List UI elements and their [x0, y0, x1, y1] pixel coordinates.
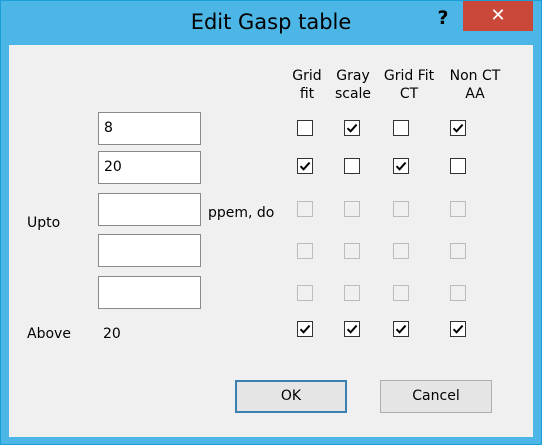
- checkbox-grid-fit-ct-row-3: [393, 201, 409, 217]
- checkbox-gray-scale-row-1[interactable]: [344, 120, 360, 136]
- close-icon: ✕: [490, 5, 506, 26]
- checkbox-grid-fit-ct-row-6[interactable]: [393, 321, 409, 337]
- title-bar[interactable]: Edit Gasp table ? ✕: [1, 1, 541, 45]
- checkbox-gray-scale-row-3: [344, 201, 360, 217]
- close-button[interactable]: ✕: [463, 1, 533, 31]
- upto-label: Upto: [27, 215, 61, 231]
- checkbox-grid-fit-ct-row-2[interactable]: [393, 158, 409, 174]
- checkbox-grid-fit-row-5: [297, 285, 313, 301]
- above-value: 20: [103, 326, 121, 342]
- ppem-input-1[interactable]: 8: [98, 112, 201, 145]
- checkbox-non-ct-aa-row-5: [450, 285, 466, 301]
- ok-button[interactable]: OK: [235, 380, 347, 413]
- checkbox-gray-scale-row-4: [344, 243, 360, 259]
- checkbox-grid-fit-ct-row-4: [393, 243, 409, 259]
- above-label: Above: [27, 326, 71, 342]
- checkbox-gray-scale-row-6[interactable]: [344, 321, 360, 337]
- checkbox-grid-fit-row-1[interactable]: [297, 120, 313, 136]
- checkbox-non-ct-aa-row-2[interactable]: [450, 158, 466, 174]
- ppem-do-label: ppem, do: [208, 205, 275, 221]
- checkbox-grid-fit-row-4: [297, 243, 313, 259]
- edit-gasp-dialog: Edit Gasp table ? ✕ Grid fit Gray scale …: [0, 0, 542, 445]
- dialog-content: Grid fit Gray scale Grid Fit CT Non CT A…: [9, 45, 533, 437]
- help-button[interactable]: ?: [431, 5, 455, 31]
- checkbox-gray-scale-row-5: [344, 285, 360, 301]
- checkbox-non-ct-aa-row-3: [450, 201, 466, 217]
- checkbox-grid-fit-row-3: [297, 201, 313, 217]
- checkbox-grid-fit-ct-row-1[interactable]: [393, 120, 409, 136]
- checkbox-non-ct-aa-row-1[interactable]: [450, 120, 466, 136]
- checkbox-non-ct-aa-row-4: [450, 243, 466, 259]
- checkbox-grid-fit-row-2[interactable]: [297, 158, 313, 174]
- ppem-input-4[interactable]: [98, 234, 201, 267]
- cancel-button[interactable]: Cancel: [380, 380, 492, 413]
- ppem-input-5[interactable]: [98, 276, 201, 309]
- checkbox-grid-fit-ct-row-5: [393, 285, 409, 301]
- checkbox-grid-fit-row-6[interactable]: [297, 321, 313, 337]
- ppem-input-3[interactable]: [98, 193, 201, 226]
- checkbox-non-ct-aa-row-6[interactable]: [450, 321, 466, 337]
- checkbox-gray-scale-row-2[interactable]: [344, 158, 360, 174]
- column-header-non-ct-aa: Non CT AA: [449, 68, 501, 102]
- column-header-grid-fit-ct: Grid Fit CT: [383, 68, 435, 102]
- dialog-title: Edit Gasp table: [190, 10, 352, 34]
- ppem-input-2[interactable]: 20: [98, 151, 201, 184]
